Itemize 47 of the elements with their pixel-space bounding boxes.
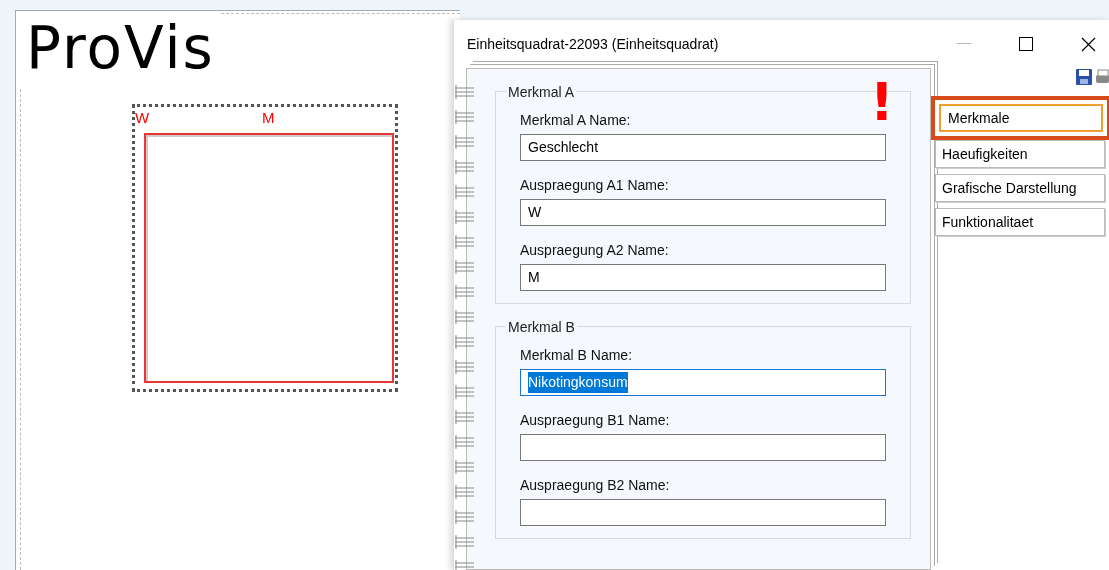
logo: ProVis: [26, 19, 215, 77]
exclamation-mark: !: [870, 76, 894, 128]
window-title: Einheitsquadrat-22093 (Einheitsquadrat): [467, 34, 719, 54]
field-value: M: [528, 268, 540, 287]
spiral-ring-icon: [454, 534, 476, 550]
spiral-ring-icon: [454, 84, 476, 100]
selected-text: Nikotingkonsum: [528, 372, 628, 393]
spiral-ring-icon: [454, 209, 476, 225]
field-value: W: [528, 203, 542, 222]
spiral-ring-icon: [454, 284, 476, 300]
close-icon[interactable]: [1081, 36, 1096, 52]
maximize-icon[interactable]: [1019, 37, 1033, 51]
spiral-ring-icon: [454, 334, 476, 350]
spiral-ring-icon: [454, 234, 476, 250]
save-icon[interactable]: [1075, 68, 1093, 86]
spiral-ring-icon: [454, 509, 476, 525]
spiral-ring-icon: [454, 484, 476, 500]
field-value: Geschlecht: [528, 138, 599, 157]
category-label: W: [135, 108, 150, 128]
spiral-ring-icon: [454, 459, 476, 475]
text-field[interactable]: M: [520, 264, 886, 291]
text-field[interactable]: [520, 434, 886, 461]
spiral-ring-icon: [454, 109, 476, 125]
field-label: Merkmal B Name:: [520, 346, 634, 365]
tab[interactable]: Haeufigkeiten: [935, 140, 1105, 168]
spiral-ring-icon: [454, 184, 476, 200]
spiral-ring-icon: [454, 434, 476, 450]
printer-icon[interactable]: [1095, 68, 1109, 86]
spiral-ring-icon: [454, 359, 476, 375]
spiral-ring-icon: [454, 309, 476, 325]
spiral-ring-icon: [454, 159, 476, 175]
field-label: Auspraegung A2 Name:: [520, 241, 670, 260]
tab[interactable]: Grafische Darstellung: [935, 174, 1105, 202]
text-field[interactable]: Geschlecht: [520, 134, 886, 161]
category-label: M: [262, 108, 275, 128]
field-label: Auspraegung A1 Name:: [520, 176, 670, 195]
text-field[interactable]: W: [520, 199, 886, 226]
text-field[interactable]: Nikotingkonsum: [520, 369, 886, 396]
field-label: Merkmal A Name:: [520, 111, 632, 130]
spiral-ring-icon: [454, 259, 476, 275]
tab[interactable]: Funktionalitaet: [935, 208, 1105, 236]
text-field[interactable]: [520, 499, 886, 526]
spiral-ring-icon: [454, 409, 476, 425]
field-label: Auspraegung B1 Name:: [520, 411, 671, 430]
spiral-ring-icon: [454, 134, 476, 150]
spiral-ring-icon: [454, 384, 476, 400]
field-label: Auspraegung B2 Name:: [520, 476, 671, 495]
